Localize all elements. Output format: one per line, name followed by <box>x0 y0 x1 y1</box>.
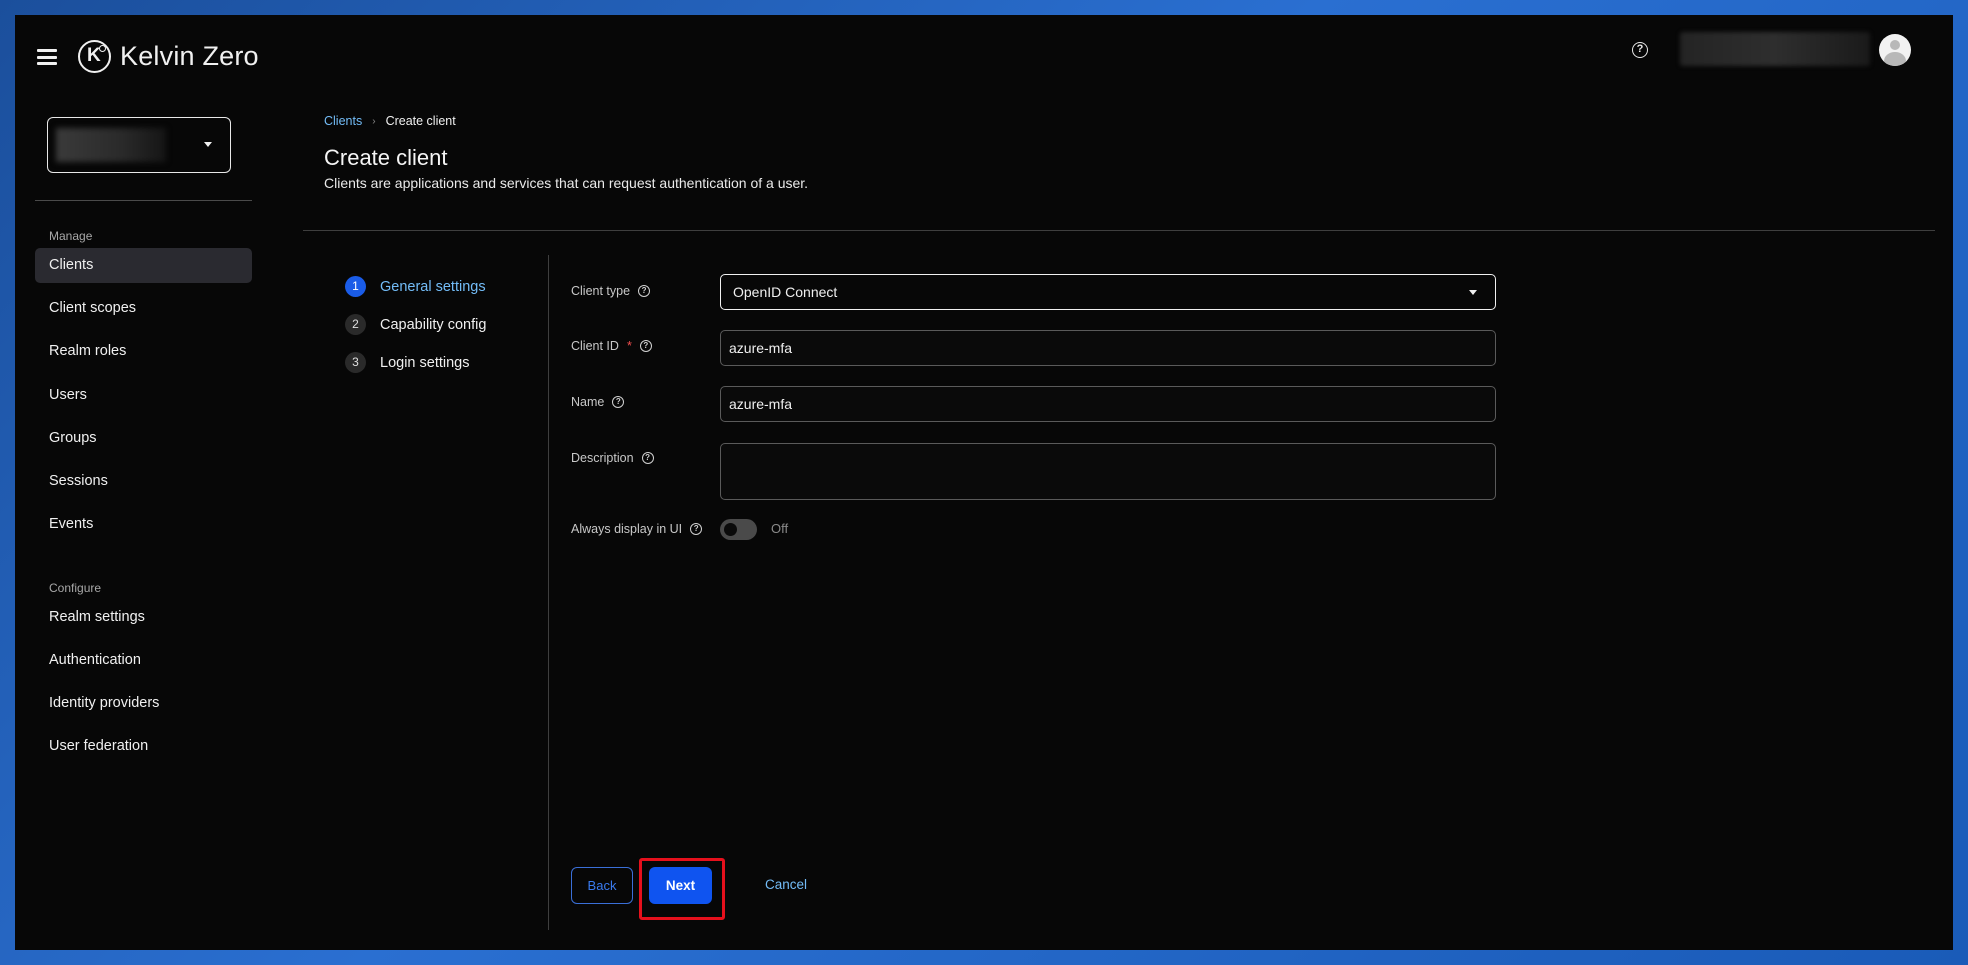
wizard-step-general-settings[interactable]: 1 General settings <box>345 276 486 297</box>
sidebar-item-groups[interactable]: Groups <box>35 421 252 456</box>
description-label-text: Description <box>571 451 634 465</box>
next-button[interactable]: Next <box>649 867 712 904</box>
brand-name: Kelvin Zero <box>120 41 259 71</box>
sidebar-divider <box>35 200 252 201</box>
client-type-select[interactable]: OpenID Connect <box>720 274 1496 310</box>
caret-down-icon <box>1469 290 1477 295</box>
help-icon[interactable]: ? <box>639 340 652 352</box>
client-type-label-text: Client type <box>571 284 631 298</box>
sidebar-item-users[interactable]: Users <box>35 378 252 413</box>
wizard-step-login-settings[interactable]: 3 Login settings <box>345 352 469 373</box>
name-label: Name ? <box>571 395 625 409</box>
help-icon[interactable]: ? <box>638 285 651 297</box>
help-icon[interactable]: ? <box>641 452 654 464</box>
breadcrumb-separator-icon: › <box>372 115 376 127</box>
description-textarea[interactable] <box>720 443 1496 500</box>
sidebar-item-identity-providers[interactable]: Identity providers <box>35 686 252 721</box>
sidebar-item-user-federation[interactable]: User federation <box>35 729 252 764</box>
always-display-state: Off <box>771 521 789 536</box>
header-divider <box>303 230 1935 231</box>
client-id-label-text: Client ID <box>571 339 619 353</box>
user-avatar-icon[interactable] <box>1879 34 1911 66</box>
always-display-label: Always display in UI ? <box>571 522 703 536</box>
breadcrumb: Clients › Create client <box>324 114 456 128</box>
sidebar-section-manage: Manage <box>49 229 93 243</box>
step-number: 1 <box>345 276 366 297</box>
client-id-label: Client ID * ? <box>571 339 652 353</box>
wizard-step-capability-config[interactable]: 2 Capability config <box>345 314 486 335</box>
page-description: Clients are applications and services th… <box>324 175 809 191</box>
sidebar-item-sessions[interactable]: Sessions <box>35 464 252 499</box>
app-window: K Kelvin Zero ? Manage Clients Client sc… <box>15 15 1953 950</box>
required-mark: * <box>626 339 632 353</box>
help-icon[interactable]: ? <box>1632 42 1648 58</box>
breadcrumb-current: Create client <box>385 114 456 128</box>
hamburger-icon[interactable] <box>37 49 57 65</box>
step-number: 3 <box>345 352 366 373</box>
sidebar-item-realm-roles[interactable]: Realm roles <box>35 334 252 369</box>
brand-logo[interactable]: K Kelvin Zero <box>78 40 259 73</box>
help-icon[interactable]: ? <box>612 396 625 408</box>
sidebar-item-authentication[interactable]: Authentication <box>35 643 252 678</box>
toggle-knob <box>724 523 737 536</box>
step-number: 2 <box>345 314 366 335</box>
page-title: Create client <box>324 145 448 170</box>
sidebar-section-configure: Configure <box>49 581 102 595</box>
sidebar-item-clients[interactable]: Clients <box>35 248 252 283</box>
client-type-label: Client type ? <box>571 284 651 298</box>
breadcrumb-clients-link[interactable]: Clients <box>324 114 362 128</box>
kelvin-zero-logo-icon: K <box>78 40 111 73</box>
back-button[interactable]: Back <box>571 867 633 904</box>
realm-selector[interactable] <box>47 117 231 173</box>
step-label: Capability config <box>380 316 487 333</box>
help-icon[interactable]: ? <box>690 523 703 535</box>
always-display-toggle[interactable] <box>720 519 757 540</box>
client-id-input[interactable] <box>720 330 1496 366</box>
sidebar-item-realm-settings[interactable]: Realm settings <box>35 600 252 635</box>
cancel-button[interactable]: Cancel <box>765 877 807 892</box>
realm-name-redacted <box>56 128 166 162</box>
wizard-divider <box>548 255 549 930</box>
user-menu-toggle[interactable] <box>1680 32 1870 66</box>
sidebar-item-client-scopes[interactable]: Client scopes <box>35 291 252 326</box>
name-input[interactable] <box>720 386 1496 422</box>
caret-down-icon <box>204 142 212 147</box>
name-label-text: Name <box>571 395 605 409</box>
step-label: General settings <box>380 278 486 295</box>
step-label: Login settings <box>380 354 470 371</box>
client-type-value: OpenID Connect <box>733 284 838 300</box>
sidebar-item-events[interactable]: Events <box>35 507 252 542</box>
description-label: Description ? <box>571 451 654 465</box>
masthead: K Kelvin Zero ? <box>15 15 1953 95</box>
always-display-label-text: Always display in UI <box>571 522 683 536</box>
